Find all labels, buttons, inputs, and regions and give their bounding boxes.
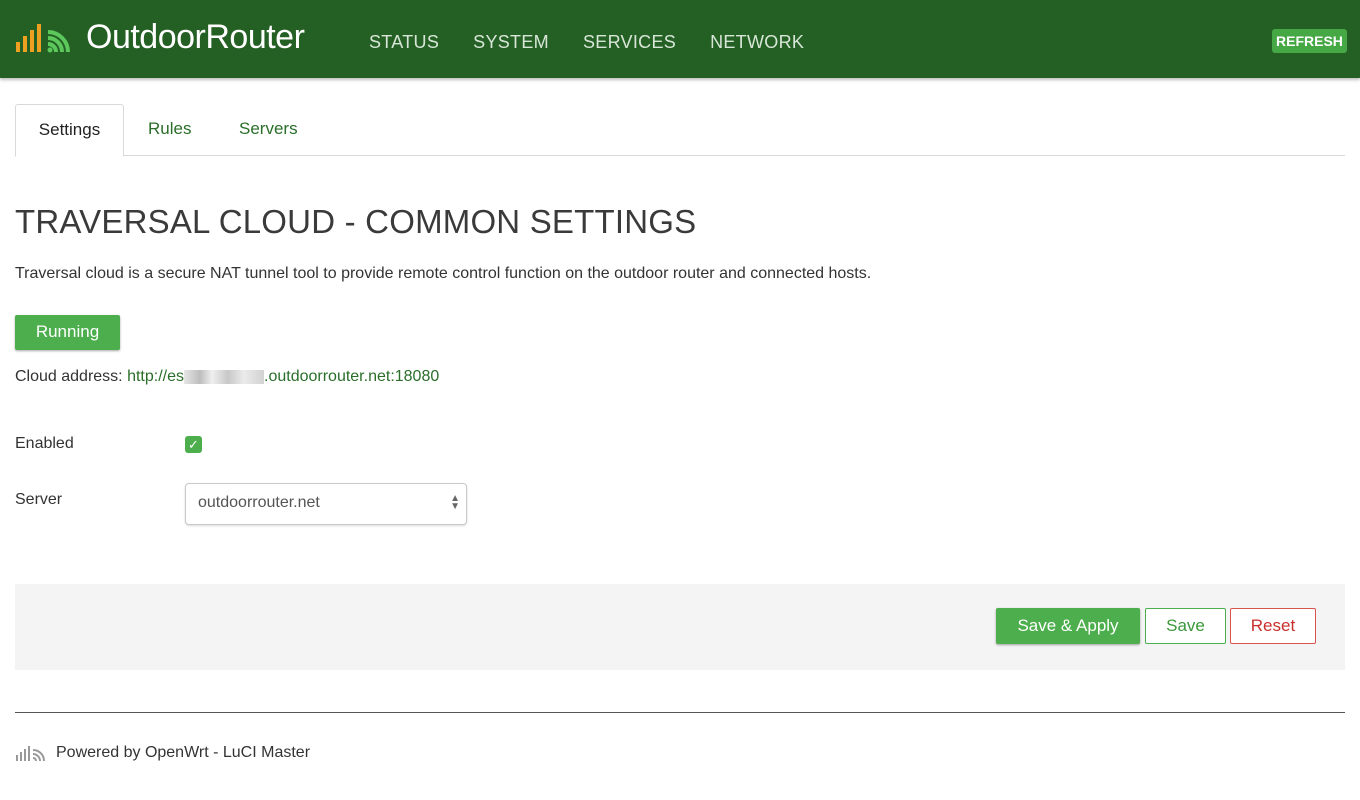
nav-status[interactable]: STATUS [369,30,439,54]
nav-services[interactable]: SERVICES [583,30,676,54]
nav-system[interactable]: SYSTEM [473,30,549,54]
footer: Powered by OpenWrt - LuCI Master [15,744,310,762]
tab-settings[interactable]: Settings [15,104,124,157]
refresh-button[interactable]: REFRESH [1272,29,1347,53]
footer-divider [15,712,1345,713]
top-header: OutdoorRouter STATUS SYSTEM SERVICES NET… [0,0,1360,78]
footer-text: Powered by OpenWrt - LuCI Master [56,744,311,761]
tab-rules[interactable]: Rules [148,104,191,154]
redacted-blur [184,369,264,384]
nav-network[interactable]: NETWORK [710,30,804,54]
page-description: Traversal cloud is a secure NAT tunnel t… [15,265,872,282]
brand-name[interactable]: OutdoorRouter [86,17,305,57]
cloud-address-prefix: http://es [127,368,184,385]
save-button[interactable]: Save [1145,608,1226,644]
main-nav: STATUS SYSTEM SERVICES NETWORK [352,30,821,54]
signal-bars-icon [16,746,45,761]
enabled-label: Enabled [15,435,74,452]
server-select-value: outdoorrouter.net [198,494,320,511]
signal-bars-icon[interactable] [14,20,78,54]
status-running-button[interactable]: Running [15,315,120,350]
cloud-address-link[interactable]: http://es .outdoorrouter.net:18080 [127,368,439,385]
server-label: Server [15,491,63,508]
enabled-checkbox[interactable]: ✓ [185,436,202,453]
page-title: TRAVERSAL CLOUD - COMMON SETTINGS [15,203,697,240]
select-arrows-icon: ▲ ▼ [450,493,460,512]
action-bar: Save & Apply Save Reset [15,584,1345,670]
tab-servers[interactable]: Servers [239,104,298,154]
server-select[interactable]: outdoorrouter.net ▲ ▼ [185,483,467,525]
cloud-address-suffix: .outdoorrouter.net:18080 [264,368,440,385]
tab-bar: Settings Rules Servers [15,104,1345,157]
cloud-address: Cloud address: http://es .outdoorrouter.n… [15,368,439,386]
reset-button[interactable]: Reset [1230,608,1316,644]
save-apply-button[interactable]: Save & Apply [996,608,1140,644]
checkmark-icon: ✓ [188,437,199,452]
cloud-address-label: Cloud address: [15,368,123,385]
